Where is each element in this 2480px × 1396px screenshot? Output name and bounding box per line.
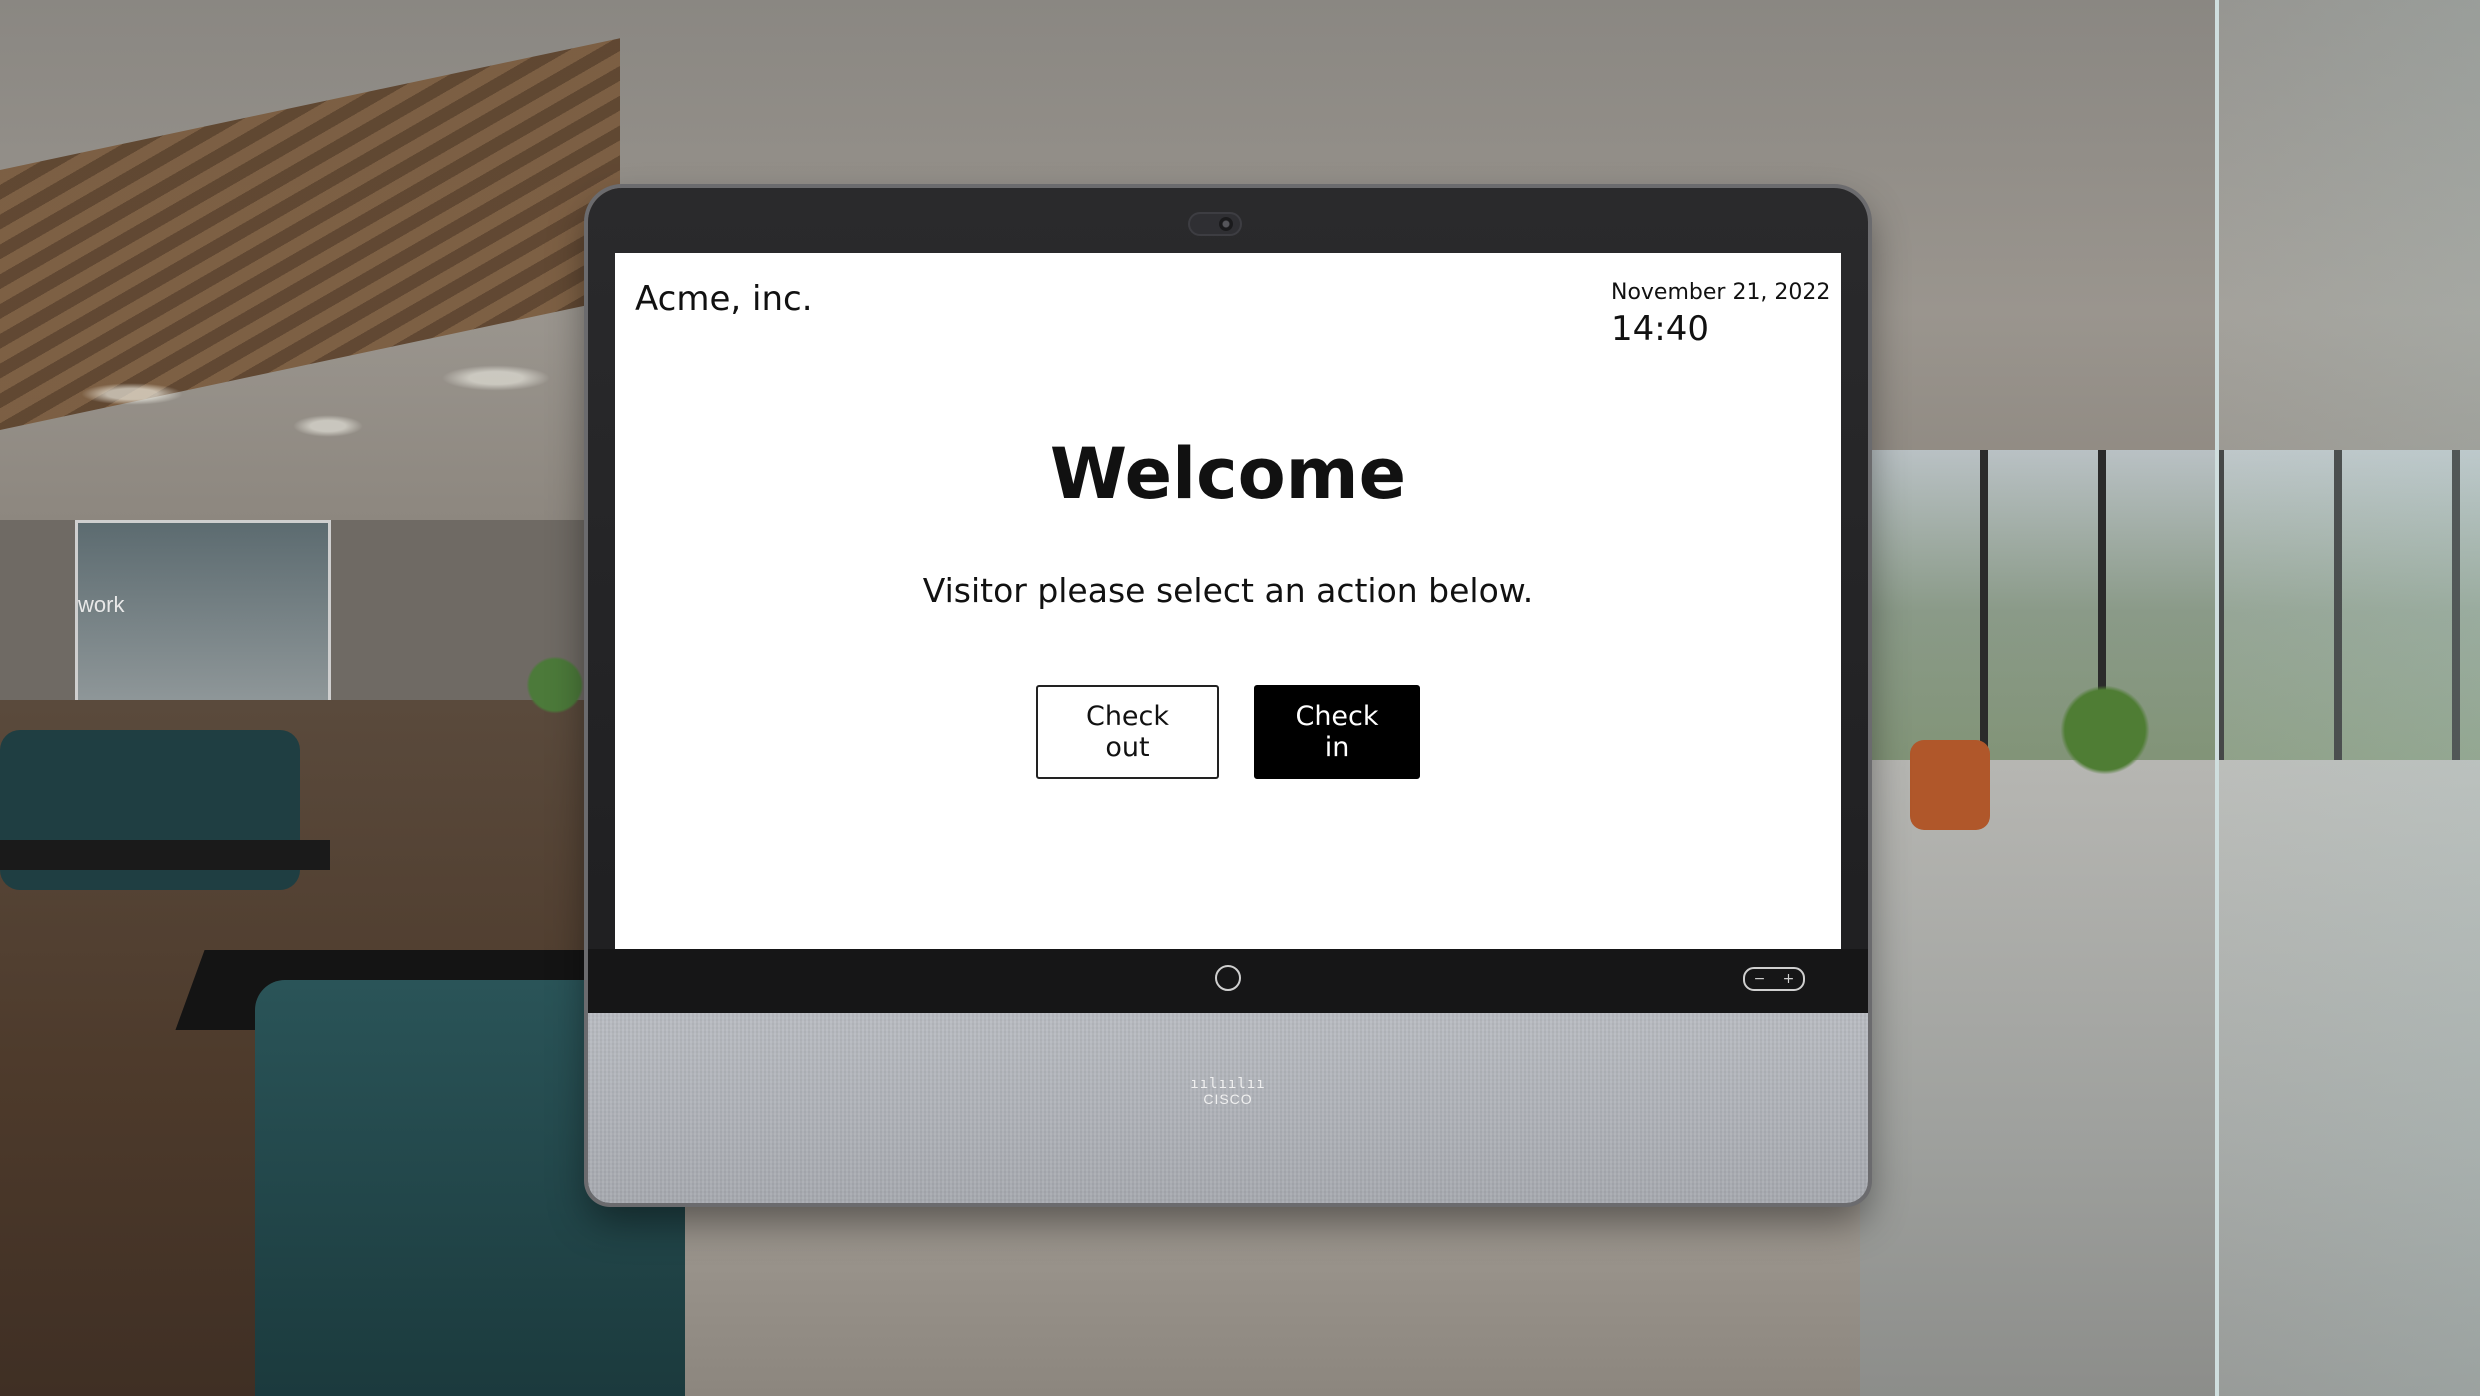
home-icon[interactable] bbox=[1215, 965, 1241, 991]
check-in-button[interactable]: Check in bbox=[1254, 685, 1420, 779]
logo-bars: ıılıılıı bbox=[1190, 1076, 1266, 1092]
wall-text: work bbox=[78, 592, 125, 617]
plant bbox=[520, 640, 590, 730]
volume-down-icon[interactable]: − bbox=[1754, 969, 1766, 989]
ceiling-lights bbox=[20, 330, 580, 490]
instruction-text: Visitor please select an action below. bbox=[922, 571, 1534, 610]
volume-up-icon[interactable]: + bbox=[1783, 969, 1795, 989]
glass-partition bbox=[2215, 0, 2480, 1396]
camera-icon bbox=[1188, 212, 1242, 236]
volume-icon[interactable]: − + bbox=[1743, 967, 1805, 991]
desk-device: Acme, inc. November 21, 2022 14:40 Welco… bbox=[588, 188, 1868, 1203]
page-title: Welcome bbox=[1049, 433, 1407, 515]
action-buttons: Check out Check in bbox=[615, 685, 1841, 779]
coffee-table bbox=[0, 840, 330, 870]
touch-screen: Acme, inc. November 21, 2022 14:40 Welco… bbox=[615, 253, 1841, 949]
tile-floor bbox=[600, 1180, 1900, 1396]
company-name: Acme, inc. bbox=[635, 279, 813, 319]
orange-chair bbox=[1910, 740, 1990, 830]
brand-name: CISCO bbox=[1203, 1091, 1253, 1107]
speaker-grille: ıılıılıı CISCO bbox=[588, 1013, 1868, 1203]
check-out-button[interactable]: Check out bbox=[1036, 685, 1219, 779]
current-date: November 21, 2022 bbox=[1611, 280, 1831, 305]
camera-lens bbox=[1219, 217, 1233, 231]
plant bbox=[2050, 660, 2160, 800]
date-time: November 21, 2022 14:40 bbox=[1611, 279, 1830, 351]
current-time: 14:40 bbox=[1611, 309, 1709, 349]
device-control-bar: − + bbox=[588, 949, 1868, 1013]
cisco-logo: ıılıılıı CISCO bbox=[1188, 1077, 1268, 1117]
